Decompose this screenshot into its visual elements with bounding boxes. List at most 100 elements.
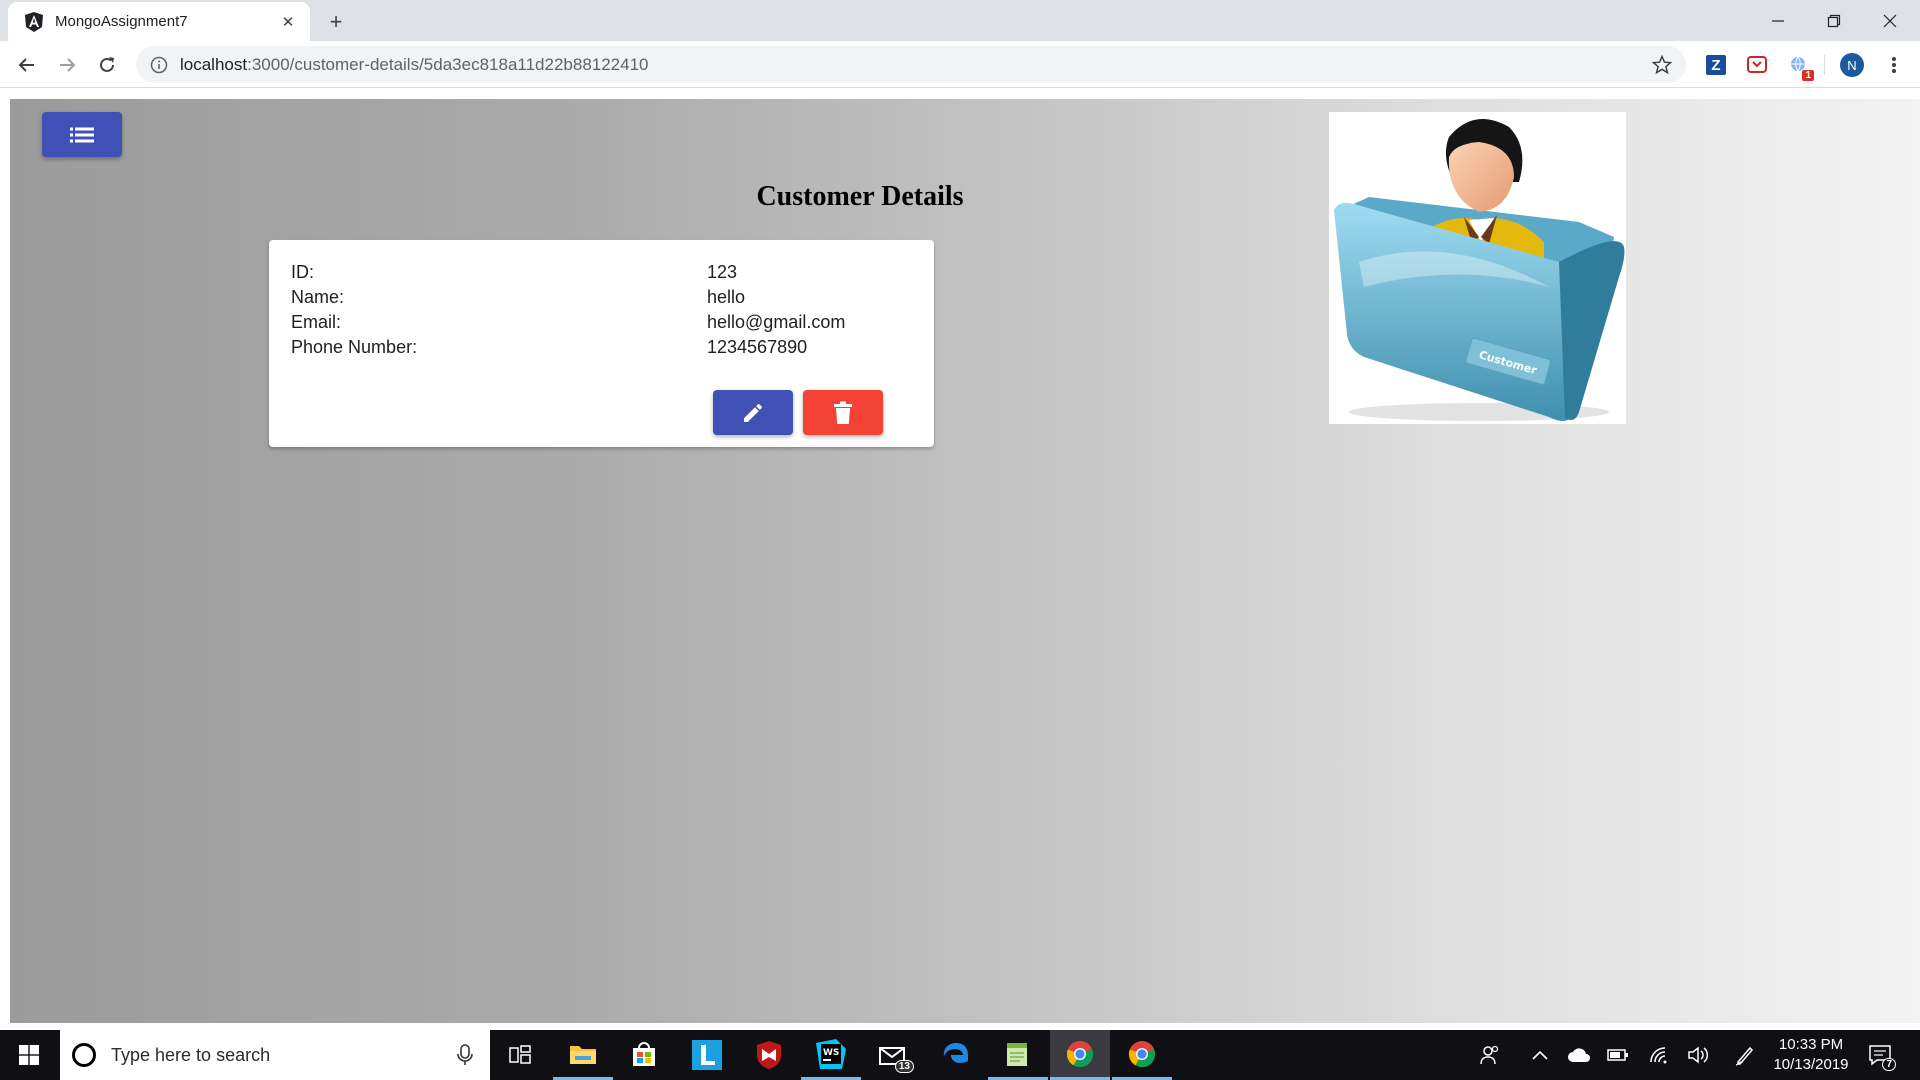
browser-toolbar: localhost:3000/customer-details/5da3ec81… bbox=[0, 41, 1920, 88]
detail-label: Email: bbox=[291, 312, 342, 332]
tab-title: MongoAssignment7 bbox=[55, 13, 188, 30]
delete-button[interactable] bbox=[803, 390, 883, 435]
customer-folder-image: Customer bbox=[1334, 119, 1625, 421]
taskbar-edge[interactable] bbox=[926, 1030, 986, 1080]
reload-button[interactable] bbox=[91, 49, 123, 81]
url-text: localhost:3000/customer-details/5da3ec81… bbox=[180, 55, 649, 75]
minimize-icon bbox=[1772, 19, 1784, 22]
customer-folder-illustration: Customer bbox=[1329, 112, 1626, 424]
z-extension-icon: Z bbox=[1706, 55, 1726, 75]
chrome-menu-button[interactable] bbox=[1882, 53, 1906, 77]
star-icon[interactable] bbox=[1652, 55, 1672, 75]
close-icon[interactable]: ✕ bbox=[278, 12, 298, 32]
trash-icon bbox=[834, 401, 852, 424]
detail-value: hello bbox=[707, 287, 746, 307]
profile-button[interactable]: N bbox=[1840, 53, 1864, 77]
browser-tab[interactable]: MongoAssignment7 ✕ bbox=[8, 2, 310, 41]
edge-icon bbox=[943, 1043, 968, 1063]
extension-pocket[interactable] bbox=[1745, 53, 1769, 77]
forward-button[interactable] bbox=[51, 49, 83, 81]
taskbar-mcafee[interactable] bbox=[739, 1030, 799, 1080]
taskbar-chrome-active[interactable] bbox=[1050, 1030, 1110, 1080]
mail-badge: 13 bbox=[894, 1060, 914, 1073]
action-center-button[interactable]: 7 bbox=[1868, 1043, 1896, 1071]
detail-label: ID: bbox=[291, 262, 315, 282]
avatar-initial: N bbox=[1847, 57, 1857, 73]
taskbar-webstorm[interactable]: WS bbox=[801, 1030, 861, 1080]
list-icon bbox=[70, 127, 94, 142]
people-button[interactable] bbox=[1478, 1043, 1502, 1067]
new-tab-button[interactable]: + bbox=[322, 8, 350, 36]
wifi-button[interactable] bbox=[1648, 1043, 1672, 1067]
pen-workspace-button[interactable] bbox=[1733, 1043, 1757, 1067]
cortana-icon bbox=[72, 1043, 96, 1067]
address-bar[interactable]: localhost:3000/customer-details/5da3ec81… bbox=[136, 46, 1686, 83]
battery-button[interactable] bbox=[1606, 1043, 1630, 1067]
clock-date: 10/13/2019 bbox=[1773, 1056, 1849, 1073]
taskbar-search[interactable]: Type here to search bbox=[60, 1030, 490, 1080]
webstorm-icon: WS bbox=[816, 1038, 846, 1069]
notification-count: 7 bbox=[1882, 1058, 1896, 1071]
browser-tabstrip: MongoAssignment7 ✕ + bbox=[0, 0, 1920, 41]
chevron-up-icon bbox=[1532, 1050, 1548, 1060]
info-icon[interactable] bbox=[150, 56, 168, 74]
url-path: :3000/customer-details/5da3ec818a11d22b8… bbox=[247, 54, 649, 74]
people-icon bbox=[1480, 1045, 1499, 1065]
microphone-icon[interactable] bbox=[454, 1044, 476, 1066]
taskbar-store[interactable] bbox=[614, 1030, 674, 1080]
reload-icon bbox=[100, 57, 114, 72]
restore-button[interactable] bbox=[1806, 0, 1862, 41]
speaker-icon bbox=[1688, 1046, 1709, 1064]
menu-button[interactable] bbox=[42, 112, 122, 157]
chrome-icon bbox=[1066, 1040, 1094, 1067]
back-button[interactable] bbox=[11, 49, 43, 81]
page-title: Customer Details bbox=[756, 181, 964, 212]
task-view-button[interactable] bbox=[490, 1030, 550, 1080]
wifi-icon bbox=[1650, 1047, 1667, 1064]
extension-translate[interactable]: 1 bbox=[1787, 53, 1814, 81]
detail-value: hello@gmail.com bbox=[707, 312, 846, 332]
detail-label: Phone Number: bbox=[291, 337, 418, 357]
extension-z[interactable]: Z bbox=[1704, 53, 1728, 77]
taskbar-clock[interactable]: 10:33 PM 10/13/2019 bbox=[1770, 1035, 1852, 1075]
arrow-left-icon bbox=[18, 58, 34, 72]
detail-value: 123 bbox=[707, 262, 738, 282]
folder-icon bbox=[570, 1045, 596, 1064]
extension-badge: 1 bbox=[1802, 70, 1814, 81]
window-close-icon bbox=[1883, 14, 1897, 27]
angular-icon bbox=[25, 11, 43, 32]
l-app-icon bbox=[692, 1040, 722, 1070]
taskbar-app-l[interactable] bbox=[677, 1030, 737, 1080]
taskbar-file-explorer[interactable] bbox=[553, 1030, 613, 1080]
clock-time: 10:33 PM bbox=[1778, 1036, 1844, 1053]
pencil-icon bbox=[744, 403, 763, 422]
windows-taskbar: Type here to search WS 13 10:33 PM 10/13… bbox=[0, 1030, 1920, 1080]
minimize-button[interactable] bbox=[1750, 0, 1806, 41]
restore-icon bbox=[1827, 14, 1841, 27]
kebab-menu-icon bbox=[1892, 57, 1896, 73]
edit-button[interactable] bbox=[713, 390, 793, 435]
toolbar-divider bbox=[1824, 55, 1825, 75]
detail-value: 1234567890 bbox=[707, 337, 808, 357]
battery-icon bbox=[1607, 1049, 1628, 1061]
arrow-right-icon bbox=[60, 58, 76, 72]
search-placeholder: Type here to search bbox=[111, 1044, 271, 1065]
start-button[interactable] bbox=[0, 1030, 58, 1080]
taskbar-notepad[interactable] bbox=[988, 1030, 1048, 1080]
avatar: N bbox=[1840, 53, 1864, 77]
page-viewport: Customer Details ID: 123 Name: hello Ema… bbox=[10, 99, 1920, 1023]
windows-logo-icon bbox=[19, 1045, 39, 1065]
notepad-icon bbox=[1007, 1042, 1027, 1066]
window-close-button[interactable] bbox=[1862, 0, 1918, 41]
volume-button[interactable] bbox=[1686, 1043, 1710, 1067]
cloud-icon bbox=[1568, 1048, 1590, 1062]
task-view-icon bbox=[509, 1045, 531, 1064]
customer-details-card: ID: 123 Name: hello Email: hello@gmail.c… bbox=[269, 240, 934, 447]
pen-icon bbox=[1735, 1046, 1754, 1066]
onedrive-button[interactable] bbox=[1567, 1043, 1591, 1067]
detail-label: Name: bbox=[291, 287, 345, 307]
taskbar-mail[interactable]: 13 bbox=[864, 1030, 924, 1080]
store-icon bbox=[633, 1042, 655, 1066]
taskbar-chrome[interactable] bbox=[1112, 1030, 1172, 1080]
show-hidden-icons-button[interactable] bbox=[1528, 1043, 1552, 1067]
